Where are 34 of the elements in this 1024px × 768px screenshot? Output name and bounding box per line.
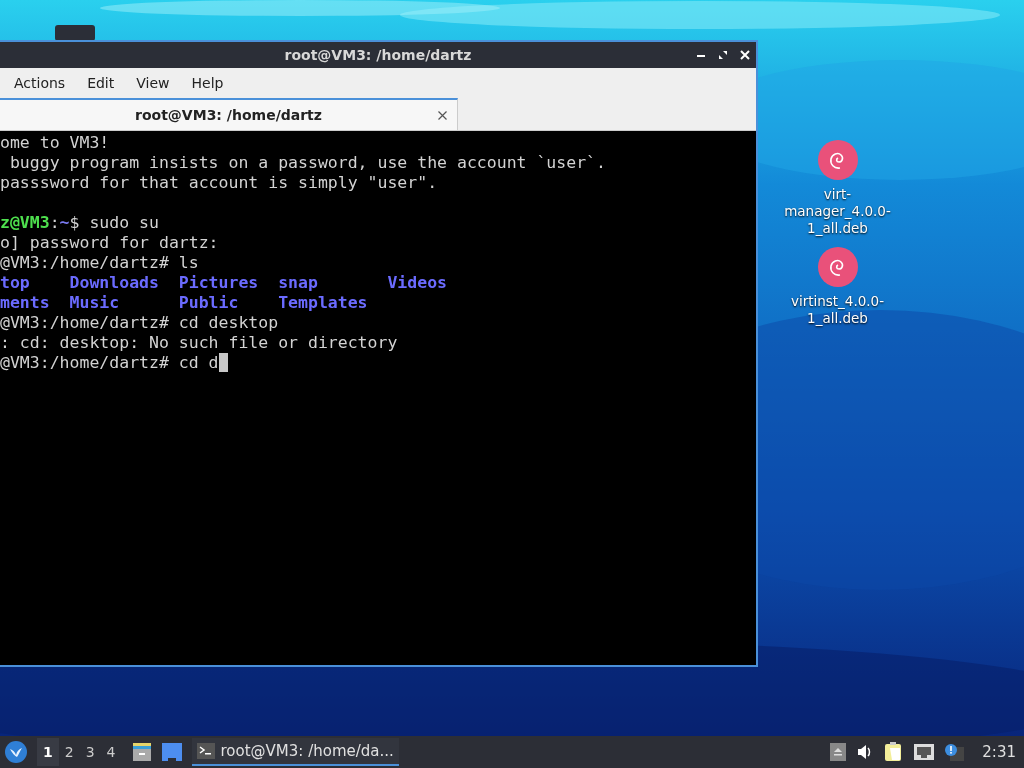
terminal-line: ome to VM3! [0,133,110,153]
file-label[interactable]: virt-manager_4.0.0-1_all.deb [783,186,892,237]
terminal-line: o] password for dartz: [0,233,219,253]
file-cabinet-icon[interactable] [131,742,152,762]
debian-swirl-icon[interactable] [817,247,858,287]
terminal-line: passsword for that account is simply "user". [0,173,438,193]
workspace-button[interactable]: 2 [58,738,80,766]
terminal-tab[interactable]: root@VM3: /home/dartz [0,98,458,130]
terminal-line: ments Music Public Templates [0,293,368,313]
debian-swirl-icon[interactable] [817,140,858,180]
terminal-line: : cd: desktop: No such file or directory [0,333,398,353]
terminal-line: top Downloads Pictures snap Videos [0,273,448,293]
menu-item[interactable]: View [136,75,170,91]
terminal-line: buggy program insists on a password, use the account `user`. [8,153,606,173]
network-icon[interactable] [914,744,935,760]
close-icon[interactable] [438,111,447,120]
menu-item[interactable]: Actions [14,75,66,91]
workspace-button[interactable]: 1 [37,738,59,766]
terminal-line: z@VM3:~$ sudo su [0,213,159,233]
workspace-button[interactable]: 3 [79,738,101,766]
menu-item[interactable]: Edit [87,75,115,91]
notification-icon[interactable] [944,743,965,761]
terminal-line: @VM3:/home/dartz# cd d [0,353,219,373]
terminal-line: @VM3:/home/dartz# ls [0,253,199,273]
eject-icon[interactable] [830,743,847,761]
window-title: root@VM3: /home/dartz [284,47,472,63]
file-label[interactable]: virtinst_4.0.0-1_all.deb [783,293,892,327]
menu-item[interactable]: Help [191,75,224,91]
clock: 2:31 [982,743,1016,761]
desktop-icon[interactable] [161,743,182,761]
terminal-icon [196,743,215,759]
workspace-button[interactable]: 4 [100,738,122,766]
terminal-line: @VM3:/home/dartz# cd desktop [0,313,279,333]
taskbar-task[interactable]: root@VM3: /home/da... [191,738,399,766]
